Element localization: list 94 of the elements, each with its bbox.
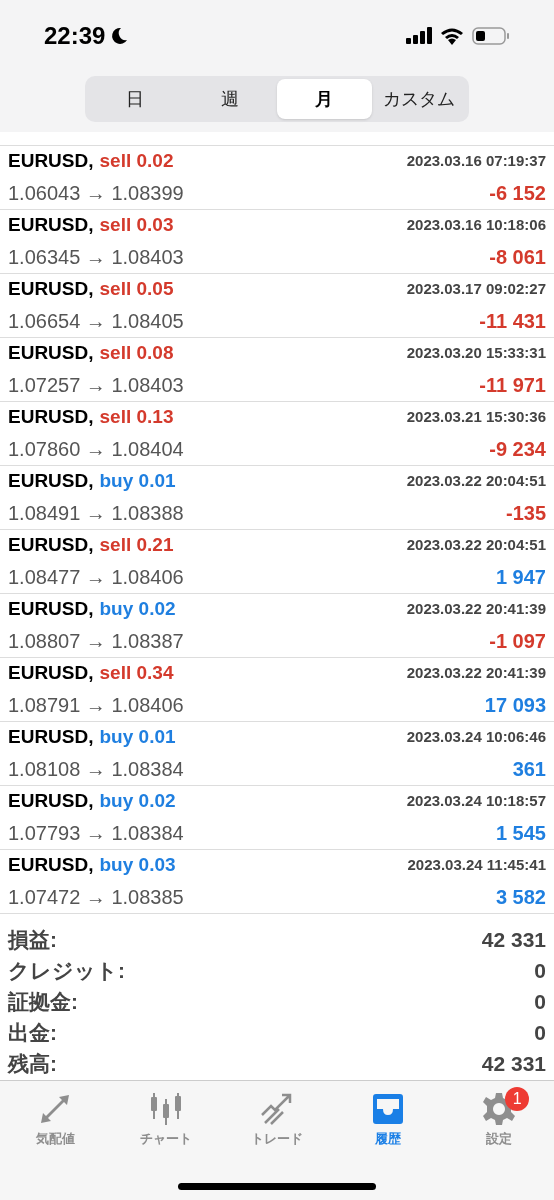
deal-prices: 1.06654 → 1.08405 <box>8 308 184 334</box>
symbol-label: EURUSD, <box>8 853 94 878</box>
moon-icon <box>109 26 130 46</box>
symbol-label: EURUSD, <box>8 597 94 622</box>
deal-volume: buy 0.01 <box>99 469 176 494</box>
deal-profit: -6 152 <box>489 180 546 206</box>
deal-prices: 1.07793 → 1.08384 <box>8 820 184 846</box>
symbol-label: EURUSD, <box>8 149 94 174</box>
summary-label: 残高: <box>8 1050 57 1077</box>
period-tab[interactable]: カスタム <box>371 79 466 119</box>
deal-profit: -8 061 <box>489 244 546 270</box>
notification-badge: 1 <box>505 1087 530 1111</box>
deal-volume: sell 0.21 <box>99 533 174 558</box>
deal-profit: -11 431 <box>479 308 546 334</box>
deal-row[interactable]: EURUSD, sell 0.08 2023.03.20 15:33:31 1.07257 → 1.08403 -11 971 <box>0 338 554 402</box>
deal-row[interactable]: EURUSD, sell 0.13 2023.03.21 15:30:36 1.07860 → 1.08404 -9 234 <box>0 402 554 466</box>
summary-label: 証拠金: <box>8 988 78 1015</box>
deal-volume: buy 0.02 <box>99 789 176 814</box>
deal-prices: 1.08477 → 1.08406 <box>8 564 184 590</box>
deal-profit: 3 582 <box>495 884 546 910</box>
deal-row[interactable]: EURUSD, sell 0.02 2023.03.16 07:19:37 1.06043 → 1.08399 -6 152 <box>0 146 554 210</box>
deal-volume: sell 0.34 <box>99 661 174 686</box>
symbol-label: EURUSD, <box>8 789 94 814</box>
deal-volume: buy 0.01 <box>99 725 176 750</box>
deal-profit: 1 947 <box>495 564 546 590</box>
deal-prices: 1.07257 → 1.08403 <box>8 372 184 398</box>
summary-label: 損益: <box>8 926 57 953</box>
deal-prices: 1.06345 → 1.08403 <box>8 244 184 270</box>
wifi-icon <box>440 27 464 45</box>
summary-value: 0 <box>534 957 546 984</box>
deal-prices: 1.08807 → 1.08387 <box>8 628 184 654</box>
tab-bar-item[interactable]: 履歴 <box>332 1081 444 1149</box>
battery-icon <box>472 26 510 46</box>
deal-row[interactable]: EURUSD, sell 0.03 2023.03.16 10:18:06 1.06345 → 1.08403 -8 061 <box>0 210 554 274</box>
deal-profit: -1 097 <box>489 628 546 654</box>
deal-volume: sell 0.02 <box>99 149 174 174</box>
deal-row[interactable]: EURUSD, buy 0.02 2023.03.22 20:41:39 1.08807 → 1.08387 -1 097 <box>0 594 554 658</box>
deal-row[interactable]: EURUSD, buy 0.03 2023.03.24 11:45:41 1.07472 → 1.08385 3 582 <box>0 850 554 914</box>
deal-volume: sell 0.03 <box>99 213 174 238</box>
deal-time: 2023.03.22 20:41:39 <box>406 599 546 620</box>
deal-time: 2023.03.16 10:18:06 <box>406 215 546 236</box>
summary-value: 0 <box>534 988 546 1015</box>
period-tab[interactable]: 月 <box>277 79 372 119</box>
summary-value: 42 331 <box>481 926 546 953</box>
deal-row[interactable]: EURUSD, buy 0.01 2023.03.22 20:04:51 1.08491 → 1.08388 -135 <box>0 466 554 530</box>
deal-row[interactable]: EURUSD, sell 0.21 2023.03.22 20:04:51 1.08477 → 1.08406 1 947 <box>0 530 554 594</box>
deal-row[interactable]: EURUSD, buy 0.02 2023.03.24 10:18:57 1.07793 → 1.08384 1 545 <box>0 786 554 850</box>
symbol-label: EURUSD, <box>8 277 94 302</box>
symbol-label: EURUSD, <box>8 533 94 558</box>
deal-volume: sell 0.13 <box>99 405 174 430</box>
period-tab[interactable]: 週 <box>182 79 277 119</box>
deal-prices: 1.08791 → 1.08406 <box>8 692 184 718</box>
symbol-label: EURUSD, <box>8 725 94 750</box>
symbol-label: EURUSD, <box>8 661 94 686</box>
summary-value: 0 <box>534 1019 546 1046</box>
deal-profit: 1 545 <box>495 820 546 846</box>
summary-label: クレジット: <box>8 957 125 984</box>
deal-profit: 361 <box>512 756 546 782</box>
deal-prices: 1.06043 → 1.08399 <box>8 180 184 206</box>
deal-profit: -135 <box>505 500 546 526</box>
deal-time: 2023.03.21 15:30:36 <box>406 407 546 428</box>
deal-time: 2023.03.16 07:19:37 <box>406 151 546 172</box>
summary-label: 出金: <box>8 1019 57 1046</box>
clock-time: 22:39 <box>44 21 106 51</box>
deal-row[interactable]: EURUSD, sell 0.05 2023.03.17 09:02:27 1.06654 → 1.08405 -11 431 <box>0 274 554 338</box>
signal-icon <box>406 26 432 46</box>
deal-time: 2023.03.17 09:02:27 <box>406 279 546 300</box>
deal-time: 2023.03.22 20:41:39 <box>406 663 546 684</box>
deal-time: 2023.03.20 15:33:31 <box>406 343 546 364</box>
deal-time: 2023.03.22 20:04:51 <box>406 535 546 556</box>
period-tab[interactable]: 日 <box>88 79 183 119</box>
deal-time: 2023.03.24 11:45:41 <box>407 855 546 876</box>
summary-value: 42 331 <box>481 1050 546 1077</box>
deal-prices: 1.08108 → 1.08384 <box>8 756 184 782</box>
deal-prices: 1.07472 → 1.08385 <box>8 884 184 910</box>
deal-volume: buy 0.03 <box>99 853 176 878</box>
deal-time: 2023.03.24 10:18:57 <box>406 791 546 812</box>
symbol-label: EURUSD, <box>8 405 94 430</box>
deal-volume: buy 0.02 <box>99 597 176 622</box>
symbol-label: EURUSD, <box>8 341 94 366</box>
deal-prices: 1.08491 → 1.08388 <box>8 500 184 526</box>
deal-prices: 1.07860 → 1.08404 <box>8 436 184 462</box>
deal-time: 2023.03.22 20:04:51 <box>406 471 546 492</box>
deal-volume: sell 0.08 <box>99 341 174 366</box>
deal-time: 2023.03.24 10:06:46 <box>406 727 546 748</box>
tab-bar-item[interactable]: 設定 1 <box>443 1081 554 1149</box>
deal-profit: 17 093 <box>484 692 546 718</box>
symbol-label: EURUSD, <box>8 469 94 494</box>
deal-volume: sell 0.05 <box>99 277 174 302</box>
deal-row[interactable]: EURUSD, buy 0.01 2023.03.24 10:06:46 1.08108 → 1.08384 361 <box>0 722 554 786</box>
deal-profit: -11 971 <box>479 372 546 398</box>
deal-row[interactable]: EURUSD, sell 0.34 2023.03.22 20:41:39 1.08791 → 1.08406 17 093 <box>0 658 554 722</box>
deal-profit: -9 234 <box>489 436 546 462</box>
symbol-label: EURUSD, <box>8 213 94 238</box>
